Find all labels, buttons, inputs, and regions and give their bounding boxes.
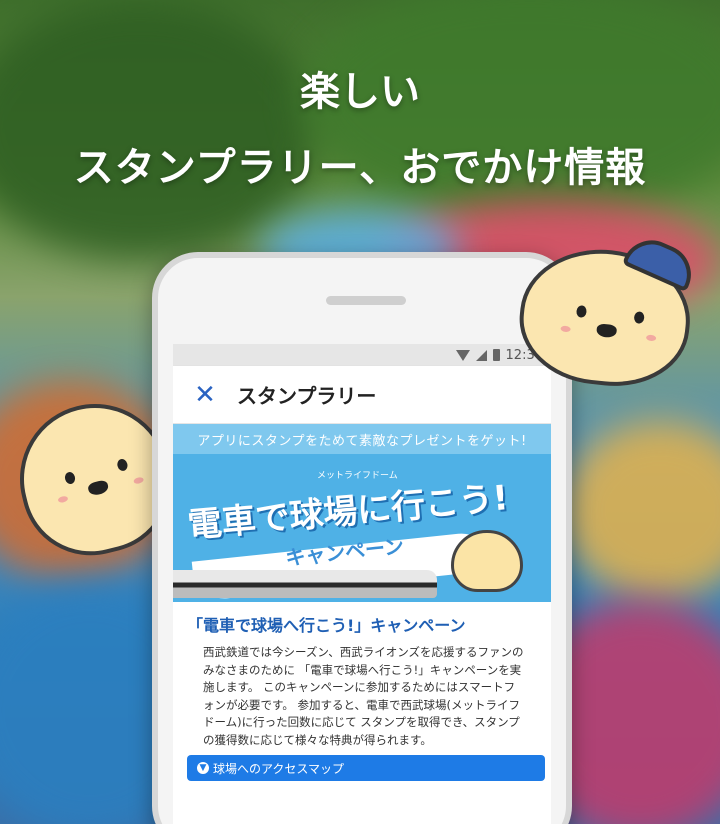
- train-illustration: [173, 570, 437, 598]
- banner-small-text: メットライフドーム: [317, 471, 398, 481]
- status-bar: 12:30: [173, 344, 551, 366]
- signal-icon: [475, 349, 487, 361]
- access-map-button[interactable]: ▼ 球場へのアクセスマップ: [187, 755, 545, 781]
- headline-line-2: スタンプラリー、おでかけ情報: [73, 145, 647, 191]
- headline-line-1: 楽しい: [300, 69, 420, 115]
- phone-mockup: 12:30 ✕ スタンプラリー アプリにスタンプをためて素敵なプレゼントをゲット…: [152, 252, 572, 824]
- wifi-icon: [455, 349, 470, 361]
- access-map-label: 球場へのアクセスマップ: [213, 761, 345, 776]
- banner-tagline: アプリにスタンプをためて素敵なプレゼントをゲット!: [173, 424, 551, 454]
- banner-otter-illustration: [451, 530, 523, 592]
- campaign-banner[interactable]: メットライフドーム 電車で球場に行こう! キャンペーン: [173, 454, 551, 602]
- arrow-down-circle-icon: ▼: [197, 762, 209, 774]
- close-icon[interactable]: ✕: [173, 366, 237, 424]
- article-heading: 「電車で球場へ行こう!」キャンペーン: [187, 616, 466, 635]
- article-body: 西武鉄道では今シーズン、西武ライオンズを応援するファンのみなさまのために 「電車…: [203, 645, 524, 747]
- app-bar: ✕ スタンプラリー: [173, 366, 551, 424]
- phone-speaker: [326, 296, 406, 305]
- battery-icon: [492, 349, 500, 361]
- article: 「電車で球場へ行こう!」キャンペーン 西武鉄道では今シーズン、西武ライオンズを応…: [173, 602, 551, 749]
- phone-screen: 12:30 ✕ スタンプラリー アプリにスタンプをためて素敵なプレゼントをゲット…: [173, 344, 551, 824]
- page-title: スタンプラリー: [237, 384, 377, 408]
- headline: 楽しい スタンプラリー、おでかけ情報: [0, 60, 720, 200]
